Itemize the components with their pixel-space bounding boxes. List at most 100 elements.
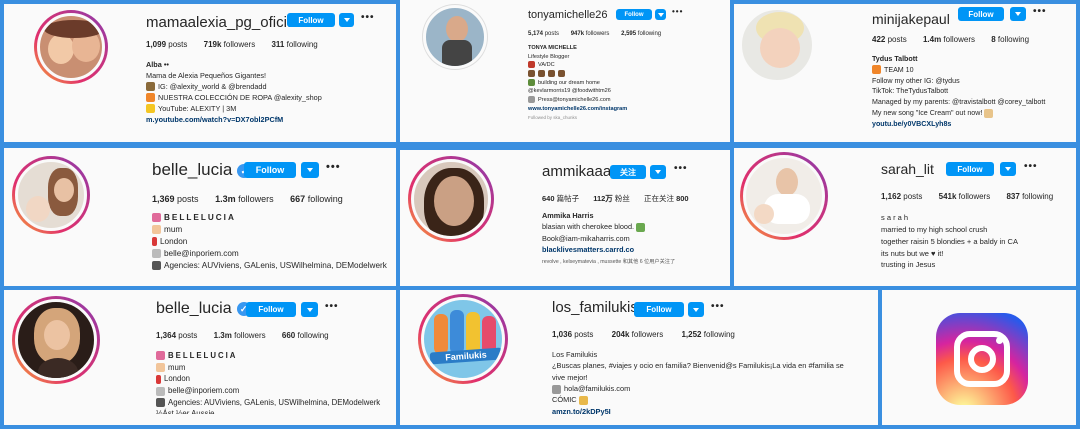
profile-avatar[interactable] <box>422 4 488 70</box>
profile-stats: 5,174 posts 947k followers 2,595 followi… <box>528 31 662 37</box>
baby-icon <box>156 363 165 373</box>
follow-button[interactable]: Follow <box>287 13 335 27</box>
ice-cream-icon <box>984 108 994 118</box>
more-options-icon[interactable]: ••• <box>672 7 683 16</box>
profile-stats: 1,369 posts 1.3m followers 667 following <box>152 194 343 204</box>
envelope-icon <box>552 384 561 394</box>
following-count[interactable]: 311 <box>271 40 284 49</box>
bio-link[interactable]: blacklivesmatters.carrd.co <box>542 244 675 255</box>
baby-icon <box>152 225 161 235</box>
profile-stats: 1,364 posts 1.3m followers 660 following <box>156 331 329 340</box>
followed-by[interactable]: revolve , kelseymatevia , mussette 和其他 6… <box>542 258 675 266</box>
follow-button[interactable]: Follow <box>946 162 994 176</box>
username: belle_lucia✓ <box>156 300 251 318</box>
profile-stats: 1,036 posts 204k followers 1,252 followi… <box>552 330 735 339</box>
envelope-icon <box>528 95 535 103</box>
id-card-icon <box>152 261 161 271</box>
more-options-icon[interactable]: ••• <box>1024 161 1038 172</box>
pin-icon <box>156 374 161 384</box>
instagram-logo-icon <box>936 313 1028 405</box>
profile-bio: BELLELUCIA mum London belle@inporiem.com… <box>152 212 387 272</box>
profile-avatar[interactable] <box>34 10 108 84</box>
family-icon <box>538 69 545 77</box>
suggested-dropdown-button[interactable] <box>301 162 319 178</box>
profile-bio: BELLELUCIA mum London belle@inporiem.com… <box>156 351 381 415</box>
follow-button[interactable]: Follow <box>246 302 296 317</box>
warning-icon <box>146 104 155 114</box>
pin-icon <box>152 237 157 247</box>
tv-icon <box>146 82 155 92</box>
profile-card-belle-lucia: belle_lucia✓ Follow ••• 1,369 posts 1.3m… <box>4 148 396 286</box>
house-icon <box>528 78 535 86</box>
username: mamaalexia_pg_oficial <box>146 14 299 31</box>
fire-icon <box>146 93 155 103</box>
profile-bio: TONYA MICHELLE Lifestyle Blogger VA/DC b… <box>528 45 628 122</box>
profile-card-ammikaaa: ammikaaa✓ 关注 ••• 640 篇帖子 112万 粉丝 正在关注 80… <box>400 150 730 286</box>
suggested-dropdown-button[interactable] <box>688 302 704 317</box>
profile-card-minijakepaul: minijakepaul Follow ••• 422 posts 1.4m f… <box>734 4 1076 142</box>
flower-icon <box>152 213 161 223</box>
follow-button[interactable]: Follow <box>244 162 296 178</box>
profile-avatar[interactable] <box>408 156 494 242</box>
profile-bio: s a r a h married to my high school crus… <box>881 213 1018 270</box>
followed-by[interactable]: Followed by ska_chunks <box>528 115 627 122</box>
more-options-icon[interactable]: ••• <box>361 12 375 23</box>
username: los_familukis <box>552 299 638 316</box>
profile-avatar[interactable] <box>738 6 816 84</box>
suggested-dropdown-button[interactable] <box>339 13 354 27</box>
profile-stats: 422 posts 1.4m followers 8 following <box>872 35 1030 44</box>
follow-button[interactable]: 关注 <box>610 165 646 179</box>
envelope-icon <box>152 249 161 259</box>
more-options-icon[interactable]: ••• <box>1033 6 1047 17</box>
leaf-icon <box>636 222 646 232</box>
profile-stats: 1,099 posts 719k followers 311 following <box>146 40 318 49</box>
username: sarah_lit <box>881 161 934 177</box>
profile-card-belle-lucia-2: belle_lucia ✓ Follow ••• 1,364 posts 1.3m… <box>4 290 396 425</box>
fire-icon <box>872 65 881 75</box>
suggested-dropdown-button[interactable] <box>1010 7 1026 21</box>
profile-bio: Ammika Harris blasian with cherokee bloo… <box>542 211 676 266</box>
suggested-dropdown-button[interactable] <box>1000 162 1016 176</box>
profile-avatar[interactable] <box>740 152 828 240</box>
username: minijakepaul <box>872 11 950 27</box>
profile-avatar[interactable] <box>12 296 100 384</box>
suggested-dropdown-button[interactable] <box>650 165 666 179</box>
family-icon <box>548 69 555 77</box>
profile-stats: 640 篇帖子 112万 粉丝 正在关注 800 <box>542 194 689 203</box>
profile-bio: Los Familukis ¿Buscas planes, #viajes y … <box>552 350 844 417</box>
book-icon <box>578 395 588 405</box>
profile-avatar[interactable] <box>12 156 90 234</box>
more-options-icon[interactable]: ••• <box>325 301 339 312</box>
flower-icon <box>156 351 165 361</box>
profile-card-los-familukis: Familukis los_familukis Follow ••• 1,036… <box>400 290 878 425</box>
follow-button[interactable]: Follow <box>616 9 652 20</box>
follow-button[interactable]: Follow <box>634 302 684 317</box>
bio-link[interactable]: www.tonyamichelle26.com/instagram <box>528 105 627 114</box>
profile-avatar[interactable]: Familukis <box>418 294 508 384</box>
profile-card-tonyamichelle: tonyamichelle26 Follow ••• 5,174 posts 9… <box>400 0 730 142</box>
family-icon <box>528 69 535 77</box>
bio-link[interactable]: amzn.to/2kDPy5I <box>552 406 844 417</box>
family-icon <box>558 69 565 77</box>
suggested-dropdown-button[interactable] <box>301 302 318 317</box>
more-options-icon[interactable]: ••• <box>326 161 341 173</box>
flag-icon <box>528 61 535 69</box>
profile-bio: Alba •• Mama de Alexia Pequeños Gigantes… <box>146 60 322 126</box>
more-options-icon[interactable]: ••• <box>711 301 725 312</box>
more-options-icon[interactable]: ••• <box>674 163 688 174</box>
bio-link[interactable]: m.youtube.com/watch?v=DX7obl2PCfM <box>146 115 322 126</box>
profile-bio: Tydus Talbott TEAM 10 Follow my other IG… <box>872 55 1046 130</box>
envelope-icon <box>156 386 165 396</box>
bio-link[interactable]: youtu.be/y0VBCXLyh8s <box>872 119 1045 130</box>
suggested-dropdown-button[interactable] <box>655 9 666 20</box>
id-card-icon <box>156 398 165 408</box>
username: belle_lucia✓ <box>152 160 252 180</box>
profile-card-mamaalexia: mamaalexia_pg_oficial Follow ••• 1,099 p… <box>4 4 396 142</box>
follow-button[interactable]: Follow <box>958 7 1004 21</box>
followers-count[interactable]: 719k <box>204 40 222 49</box>
family-emoji-row <box>528 69 627 79</box>
username: tonyamichelle26 <box>528 9 608 21</box>
profile-stats: 1,162 posts 541k followers 837 following <box>881 192 1054 201</box>
profile-card-sarah-lit: sarah_lit Follow ••• 1,162 posts 541k fo… <box>734 148 1076 286</box>
posts-count: 1,099 <box>146 40 167 49</box>
